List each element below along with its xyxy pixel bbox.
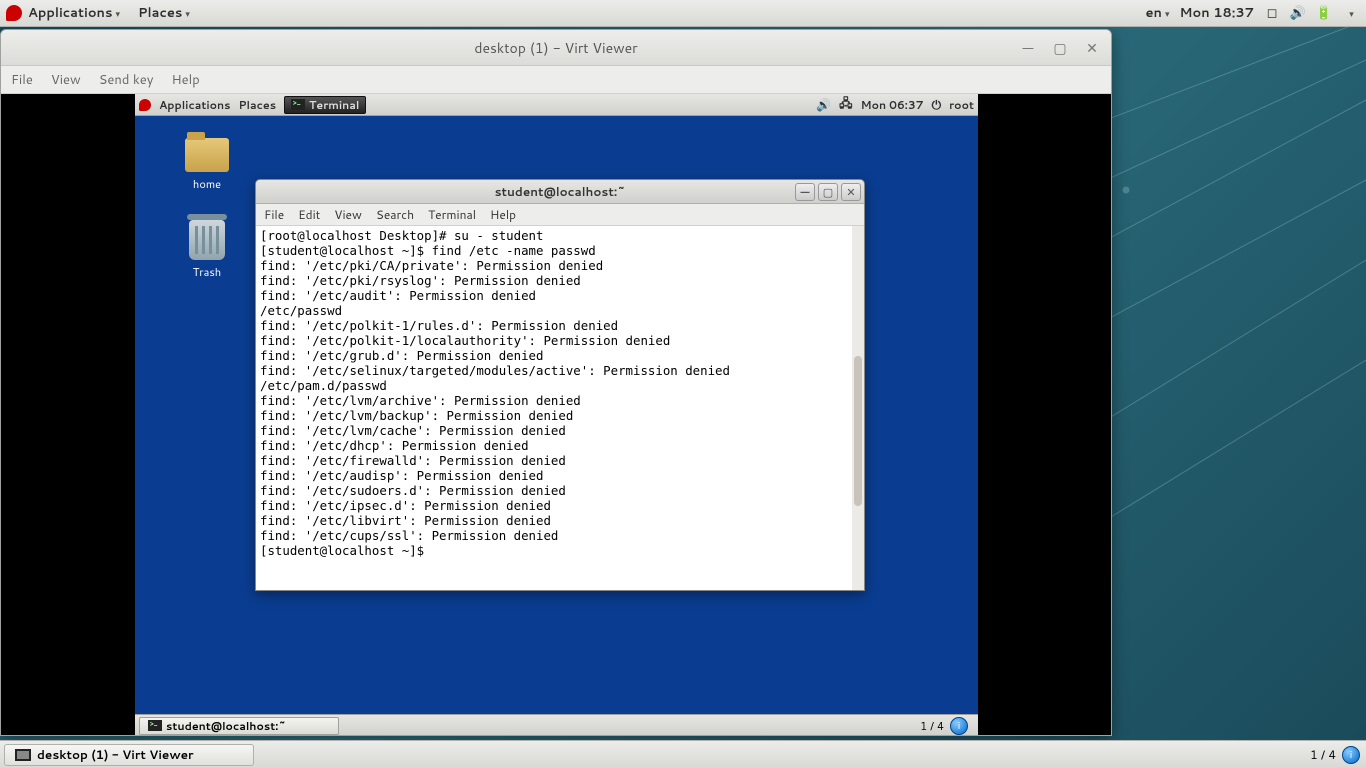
letterbox-left (1, 94, 135, 736)
guest-taskbar-terminal[interactable]: Terminal (284, 96, 366, 114)
guest-desktop: Applications Places Terminal 🔊 🖧 Mon 06:… (135, 94, 978, 736)
desktop-icon-label: Trash (193, 264, 221, 280)
host-workspace-switcher[interactable]: i (1342, 746, 1360, 764)
keyboard-layout-indicator[interactable]: en (1146, 4, 1170, 22)
accessibility-icon[interactable]: ◻ (1264, 5, 1280, 21)
virt-viewer-titlebar[interactable]: desktop (1) - Virt Viewer ― ▢ ✕ (1, 30, 1111, 66)
terminal-window: student@localhost:~ ― ▢ ✕ File Edit View… (255, 179, 865, 591)
guest-clock[interactable]: Mon 06:37 (861, 97, 924, 113)
guest-bottom-panel: student@localhost:~ 1 / 4 i (135, 714, 978, 736)
system-menu-icon[interactable] (1342, 5, 1358, 21)
guest-task-button[interactable]: student@localhost:~ (139, 717, 339, 735)
window-icon (15, 749, 31, 761)
terminal-output[interactable]: [root@localhost Desktop]# su - student [… (256, 226, 864, 590)
guest-user-menu[interactable]: root (949, 97, 974, 113)
terminal-title: student@localhost:~ (495, 183, 626, 200)
host-workspace-label: 1 / 4 (1310, 746, 1336, 763)
host-bottom-panel: desktop (1) - Virt Viewer 1 / 4 i (0, 740, 1366, 768)
virt-viewer-title: desktop (1) - Virt Viewer (474, 38, 637, 58)
folder-icon (185, 138, 229, 172)
places-menu[interactable]: Places (138, 4, 190, 22)
letterbox-right (978, 94, 1112, 736)
scrollbar-thumb[interactable] (854, 356, 862, 506)
host-top-panel: Applications Places en Mon 18:37 ◻ 🔊 🔋 (0, 0, 1366, 27)
redhat-icon (6, 5, 22, 21)
host-task-label: desktop (1) - Virt Viewer (37, 746, 194, 763)
clock[interactable]: Mon 18:37 (1180, 4, 1255, 22)
virt-viewer-window: desktop (1) - Virt Viewer ― ▢ ✕ File Vie… (0, 29, 1112, 736)
guest-taskbar-terminal-label: Terminal (309, 97, 359, 113)
terminal-icon (291, 99, 305, 110)
logout-icon[interactable]: ⏻ (932, 96, 942, 113)
terminal-menu-help[interactable]: Help (490, 206, 516, 223)
terminal-menu-file[interactable]: File (264, 206, 284, 223)
terminal-titlebar[interactable]: student@localhost:~ ― ▢ ✕ (256, 180, 864, 204)
terminal-menubar: File Edit View Search Terminal Help (256, 204, 864, 226)
network-icon[interactable]: 🖧 (839, 94, 852, 115)
terminal-maximize-button[interactable]: ▢ (818, 183, 838, 201)
terminal-close-button[interactable]: ✕ (841, 183, 861, 201)
applications-menu[interactable]: Applications (28, 4, 120, 22)
wallpaper-lines (1106, 0, 1366, 768)
desktop-icon-home[interactable]: home (175, 138, 239, 192)
terminal-menu-terminal[interactable]: Terminal (428, 206, 476, 223)
guest-places-menu[interactable]: Places (238, 97, 276, 113)
guest-applications-menu[interactable]: Applications (159, 97, 230, 113)
redhat-icon (139, 99, 151, 111)
minimize-button[interactable]: ― (1015, 36, 1041, 60)
virt-viewer-menubar: File View Send key Help (1, 66, 1111, 94)
vv-menu-file[interactable]: File (11, 71, 33, 89)
terminal-menu-view[interactable]: View (334, 206, 362, 223)
battery-icon[interactable]: 🔋 (1316, 5, 1332, 21)
trash-icon (189, 220, 225, 260)
guest-task-label: student@localhost:~ (166, 718, 286, 734)
terminal-menu-search[interactable]: Search (376, 206, 414, 223)
volume-icon[interactable]: 🔊 (1290, 5, 1306, 21)
maximize-button[interactable]: ▢ (1047, 36, 1073, 60)
guest-top-panel: Applications Places Terminal 🔊 🖧 Mon 06:… (135, 94, 978, 116)
vv-menu-view[interactable]: View (51, 71, 81, 89)
terminal-menu-edit[interactable]: Edit (298, 206, 320, 223)
guest-workspace-switcher[interactable]: i (950, 717, 968, 735)
terminal-minimize-button[interactable]: ― (795, 183, 815, 201)
virt-viewer-display[interactable]: Applications Places Terminal 🔊 🖧 Mon 06:… (1, 94, 1111, 735)
desktop-icon-label: home (193, 176, 221, 192)
volume-icon[interactable]: 🔊 (816, 96, 831, 113)
close-button[interactable]: ✕ (1079, 36, 1105, 60)
vv-menu-help[interactable]: Help (171, 71, 199, 89)
desktop-icon-trash[interactable]: Trash (175, 220, 239, 280)
guest-workspace-label: 1 / 4 (920, 718, 944, 734)
vv-menu-sendkey[interactable]: Send key (99, 71, 154, 89)
terminal-scrollbar[interactable] (852, 226, 864, 590)
host-task-button[interactable]: desktop (1) - Virt Viewer (4, 744, 254, 766)
terminal-icon (148, 720, 162, 731)
